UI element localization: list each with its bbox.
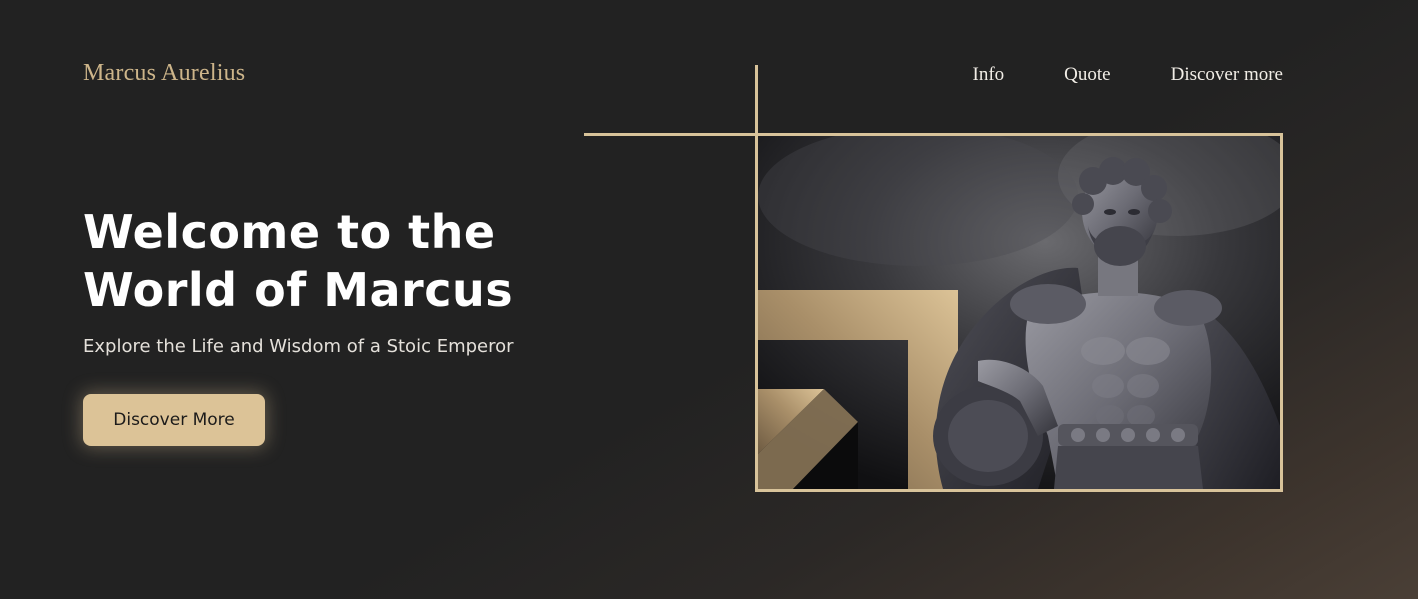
hero-title-line2: World of Marcus <box>83 263 514 317</box>
decorative-horizontal-line <box>584 133 756 136</box>
brand-logo[interactable]: Marcus Aurelius <box>83 60 245 87</box>
hero-subtitle: Explore the Life and Wisdom of a Stoic E… <box>83 336 514 357</box>
nav-link-discover-more[interactable]: Discover more <box>1171 64 1283 86</box>
marcus-aurelius-statue-image <box>758 136 1280 489</box>
discover-more-button[interactable]: Discover More <box>83 394 265 446</box>
main-nav: Info Quote Discover more <box>973 64 1283 86</box>
nav-link-info[interactable]: Info <box>973 64 1005 86</box>
hero-image-frame <box>755 133 1283 492</box>
hero-title-line1: Welcome to the <box>83 205 496 259</box>
decorative-vertical-line <box>755 65 758 135</box>
hero-title: Welcome to the World of Marcus <box>83 203 513 319</box>
nav-link-quote[interactable]: Quote <box>1064 64 1110 86</box>
